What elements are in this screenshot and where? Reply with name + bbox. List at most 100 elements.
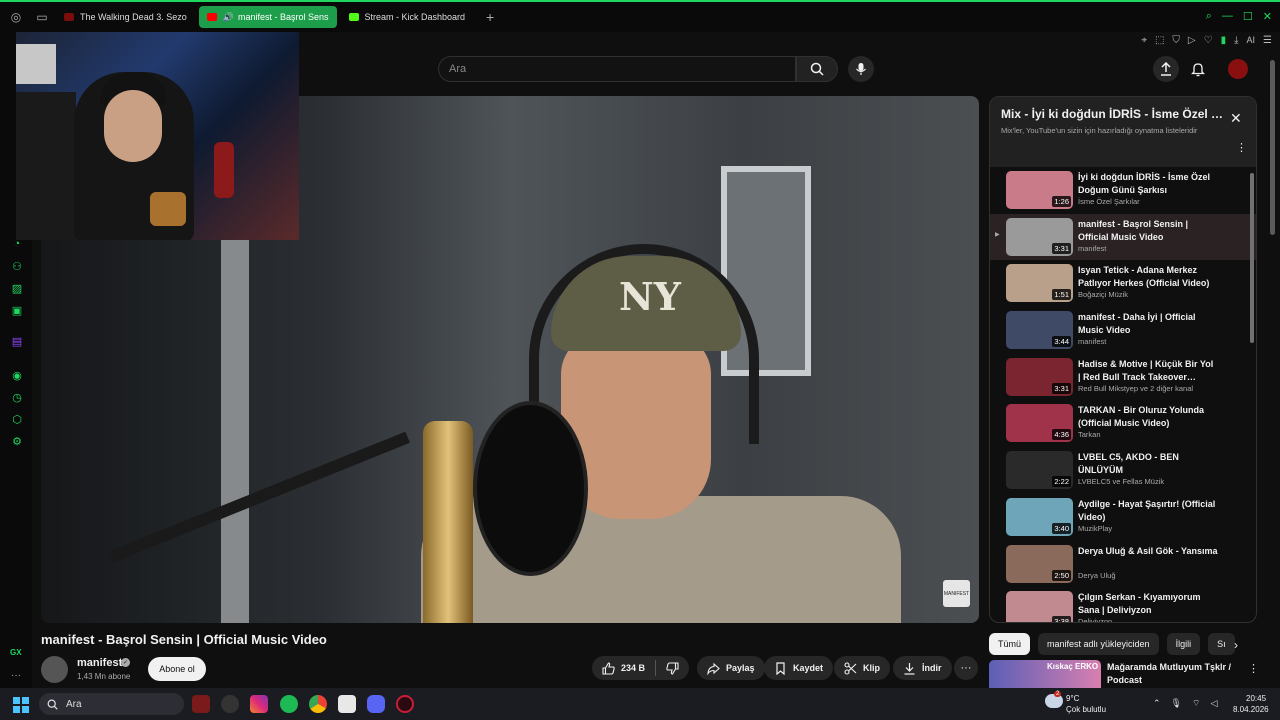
taskbar-app-steam-icon[interactable] <box>221 695 239 713</box>
sidebar-player-icon[interactable]: ◉ <box>10 368 24 382</box>
minimize-button[interactable]: — <box>1222 10 1233 23</box>
microphone-icon[interactable]: 🎙 <box>1171 698 1182 709</box>
taskbar-app-chrome-icon[interactable] <box>309 695 327 713</box>
video-thumbnail[interactable]: 3:40 <box>1006 497 1073 536</box>
mix-item-title[interactable]: manifest - Başrol Sensin | Official Musi… <box>1078 218 1218 244</box>
mix-list-item[interactable]: ▶ 3:31 manifest - Başrol Sensin | Official… <box>990 213 1256 261</box>
download-icon[interactable]: ⤓ <box>1234 35 1238 46</box>
taskbar-app-capcut-icon[interactable] <box>338 695 356 713</box>
taskbar-app-discord-icon[interactable] <box>367 695 385 713</box>
tab-walking-dead[interactable]: The Walking Dead 3. Sezo <box>56 6 195 28</box>
chevron-right-icon[interactable]: › <box>1234 638 1238 652</box>
page-scrollbar[interactable] <box>1270 60 1275 235</box>
snapshot-icon[interactable]: ⬚ <box>1155 35 1164 46</box>
youtube-search-input[interactable]: Ara <box>438 56 796 82</box>
sidebar-settings-icon[interactable]: ⚙ <box>10 434 24 448</box>
channel-name[interactable]: manifest <box>77 657 122 669</box>
notifications-button[interactable] <box>1188 59 1208 79</box>
taskbar-search-input[interactable]: Ara <box>39 693 184 715</box>
account-avatar[interactable] <box>1228 59 1248 79</box>
filter-chip[interactable]: İlgili <box>1166 633 1201 655</box>
filter-chip[interactable]: Sı <box>1208 633 1235 655</box>
channel-avatar[interactable] <box>41 656 68 683</box>
sidebar-extensions-icon[interactable]: ⬡ <box>10 412 24 426</box>
search-button[interactable] <box>796 56 838 82</box>
video-thumbnail[interactable]: 3:44 <box>1006 311 1073 350</box>
recommendation-title[interactable]: Mağaramda Mutluyum Tşklr / Podcast <box>1107 661 1237 687</box>
mix-list-item[interactable]: 2:50 Derya Uluğ & Asil Gök - Yansıma Derya… <box>990 541 1256 588</box>
more-actions-button[interactable]: ··· <box>954 656 978 680</box>
workspaces-icon[interactable]: ▭ <box>32 7 52 27</box>
sidebar-more-icon[interactable]: ··· <box>11 670 21 681</box>
mix-list-item[interactable]: 1:26 İyi ki doğdun İDRİS - İsme Özel Doğu… <box>990 167 1256 214</box>
voice-search-button[interactable] <box>848 56 874 82</box>
player-icon[interactable]: ▷ <box>1188 35 1196 46</box>
mix-list-item[interactable]: 3:38 Çılgın Serkan - Kıyamıyorum Sana | D… <box>990 587 1256 622</box>
chevron-up-icon[interactable]: ⌃ <box>1153 698 1161 709</box>
video-thumbnail[interactable]: 3:31 <box>1006 357 1073 396</box>
pin-icon[interactable]: ⌖ <box>1141 35 1147 46</box>
clock-time[interactable]: 20:45 <box>1246 694 1266 703</box>
menu-icon[interactable]: ☰ <box>1263 35 1272 46</box>
mix-item-title[interactable]: manifest - Daha İyi | Official Music Vid… <box>1078 311 1218 337</box>
mix-list-item[interactable]: 3:44 manifest - Daha İyi | Official Music… <box>990 307 1256 354</box>
mix-list-item[interactable]: 4:36 TARKAN - Bir Oluruz Yolunda (Officia… <box>990 400 1256 447</box>
sidebar-cleaner-icon[interactable]: ▨ <box>10 281 24 295</box>
close-icon[interactable]: ✕ <box>1230 111 1244 125</box>
clock-date[interactable]: 8.04.2026 <box>1233 705 1269 714</box>
save-button[interactable]: Kaydet <box>764 656 834 680</box>
mix-item-title[interactable]: Derya Uluğ & Asil Gök - Yansıma <box>1078 545 1218 558</box>
clip-button[interactable]: Klip <box>834 656 890 680</box>
search-tabs-icon[interactable]: ⌕ <box>1206 10 1212 23</box>
mix-list-item[interactable]: 1:51 Isyan Tetick - Adana Merkez Patlıyor… <box>990 260 1256 307</box>
subscribe-button[interactable]: Abone ol <box>148 657 206 681</box>
mix-scrollbar[interactable] <box>1250 173 1254 343</box>
video-thumbnail[interactable]: 2:22 <box>1006 451 1073 490</box>
video-thumbnail[interactable]: 3:38 <box>1006 591 1073 622</box>
mix-item-title[interactable]: Çılgın Serkan - Kıyamıyorum Sana | Deliv… <box>1078 591 1218 617</box>
mix-item-title[interactable]: İyi ki doğdun İDRİS - İsme Özel Doğum Gü… <box>1078 171 1218 197</box>
sidebar-messenger-icon[interactable]: ▣ <box>10 303 24 317</box>
mix-item-title[interactable]: Isyan Tetick - Adana Merkez Patlıyor Her… <box>1078 264 1218 290</box>
taskbar-app-instagram-icon[interactable] <box>250 695 268 713</box>
sidebar-twitch-icon[interactable]: ▤ <box>10 334 24 348</box>
share-button[interactable]: Paylaş <box>697 656 765 680</box>
mix-list-item[interactable]: 3:40 Aydilge - Hayat Şaşırtır! (Official … <box>990 494 1256 541</box>
taskbar-app-spotify-icon[interactable] <box>280 695 298 713</box>
heart-icon[interactable]: ♡ <box>1204 35 1213 46</box>
video-thumbnail[interactable]: 4:36 <box>1006 404 1073 443</box>
video-thumbnail[interactable]: 2:50 <box>1006 544 1073 583</box>
more-vert-icon[interactable]: ⋮ <box>1236 141 1247 154</box>
taskbar-app-opera-gx-icon[interactable] <box>396 695 414 713</box>
video-thumbnail[interactable]: 1:26 <box>1006 171 1073 209</box>
create-upload-button[interactable] <box>1153 56 1179 82</box>
video-thumbnail[interactable]: 3:31 <box>1006 217 1073 256</box>
filter-chip[interactable]: manifest adlı yükleyiciden <box>1038 633 1159 655</box>
video-thumbnail[interactable]: 1:51 <box>1006 264 1073 303</box>
dislike-button[interactable] <box>656 656 689 680</box>
windows-start-icon[interactable] <box>13 697 29 713</box>
close-button[interactable]: ✕ <box>1263 10 1272 23</box>
tab-kick-dashboard[interactable]: Stream - Kick Dashboard <box>341 6 474 28</box>
recommendation-thumbnail[interactable]: Kıskaç ERKO <box>989 660 1101 688</box>
mix-item-title[interactable]: LVBEL C5, AKDO - BEN ÜNLÜYÜM <box>1078 451 1218 477</box>
cloud-icon[interactable]: 2 <box>1045 691 1063 708</box>
sidebar-history-icon[interactable]: ◷ <box>10 390 24 404</box>
aria-ai-button[interactable]: AI <box>1247 35 1256 45</box>
download-button[interactable]: İndir <box>893 656 952 680</box>
battery-icon[interactable]: ▮ <box>1221 35 1227 46</box>
shield-icon[interactable]: ⛉ <box>1172 35 1180 46</box>
mix-list-item[interactable]: 2:22 LVBEL C5, AKDO - BEN ÜNLÜYÜM LVBELC5 … <box>990 447 1256 494</box>
tab-youtube-manifest[interactable]: 🔊 manifest - Başrol Sens <box>198 6 337 28</box>
network-icon[interactable]: ⌔ <box>1192 698 1200 709</box>
more-vert-icon[interactable]: ⋮ <box>1248 662 1259 675</box>
channel-watermark[interactable]: MANIFEST <box>943 580 970 607</box>
mix-item-title[interactable]: TARKAN - Bir Oluruz Yolunda (Official Mu… <box>1078 404 1218 430</box>
sidebar-gx-corner-icon[interactable]: ⚇ <box>10 259 24 273</box>
like-button[interactable]: 234 B <box>592 656 655 680</box>
taskbar-app-game-icon[interactable] <box>192 695 210 713</box>
mix-item-title[interactable]: Hadise & Motive | Küçük Bir Yol | Red Bu… <box>1078 358 1218 384</box>
volume-icon[interactable]: ◁ <box>1210 698 1217 709</box>
new-tab-button[interactable]: + <box>481 8 499 26</box>
maximize-button[interactable]: ☐ <box>1243 10 1253 23</box>
